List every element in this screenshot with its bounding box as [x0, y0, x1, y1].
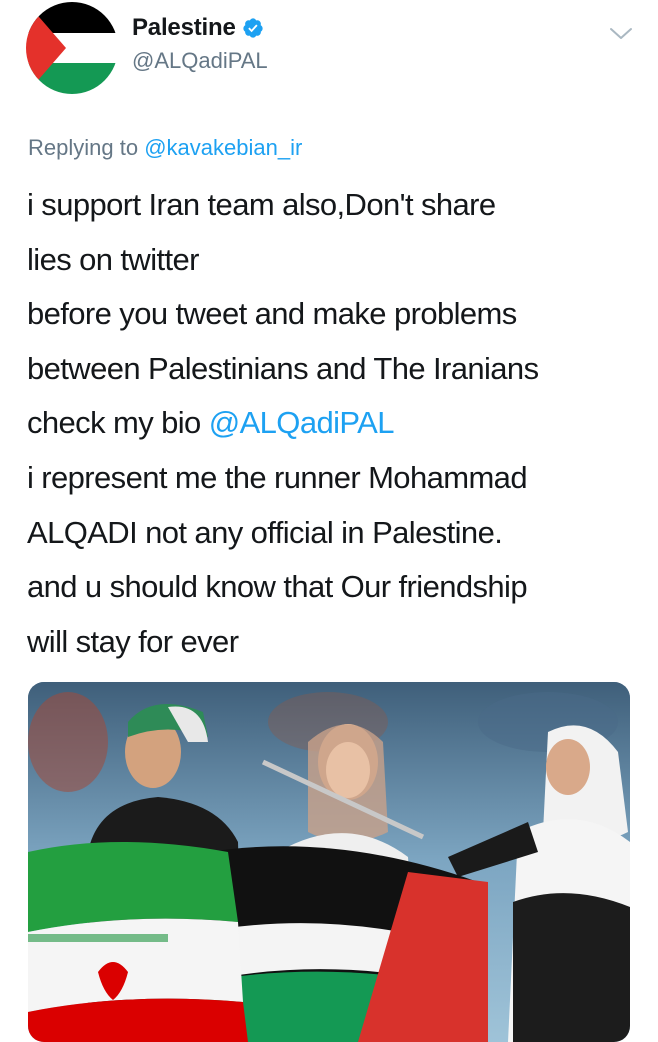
- tweet-header: Palestine @ALQadiPAL: [0, 0, 658, 110]
- tweet-line: i represent me the runner Mohammad: [27, 459, 528, 495]
- stadium-fans-photo: [28, 682, 630, 1042]
- tweet-line: between Palestinians and The Iranians: [27, 350, 539, 386]
- chevron-down-icon[interactable]: [608, 24, 634, 44]
- tweet-line: i support Iran team also,Don't share: [27, 187, 496, 222]
- palestine-flag-icon: [26, 2, 118, 94]
- author-display-name[interactable]: Palestine: [132, 14, 236, 42]
- tweet-line-text: check my bio: [27, 405, 201, 441]
- replying-to-label: Replying to: [28, 135, 139, 160]
- author-handle[interactable]: @ALQadiPAL: [132, 48, 268, 74]
- avatar[interactable]: [26, 2, 118, 94]
- tweet-line-bio: check my bio @ALQadiPAL: [27, 396, 642, 451]
- tweet-photo[interactable]: [28, 682, 630, 1042]
- replying-to: Replying to @kavakebian_ir: [28, 135, 302, 161]
- author-name-row: Palestine: [132, 14, 264, 42]
- tweet-line: before you tweet and make problems: [27, 296, 517, 332]
- tweet-line: and u should know that Our friendship: [27, 569, 528, 605]
- reply-mention-link[interactable]: @kavakebian_ir: [144, 135, 302, 160]
- verified-badge-icon: [242, 17, 264, 39]
- tweet-line: lies on twitter: [27, 241, 200, 277]
- tweet-line: ALQADI not any official in Palestine.: [27, 514, 503, 550]
- tweet-text: i support Iran team also,Don't share lie…: [27, 178, 642, 669]
- tweet-line: will stay for ever: [27, 623, 239, 659]
- bio-mention-link[interactable]: @ALQadiPAL: [209, 405, 395, 440]
